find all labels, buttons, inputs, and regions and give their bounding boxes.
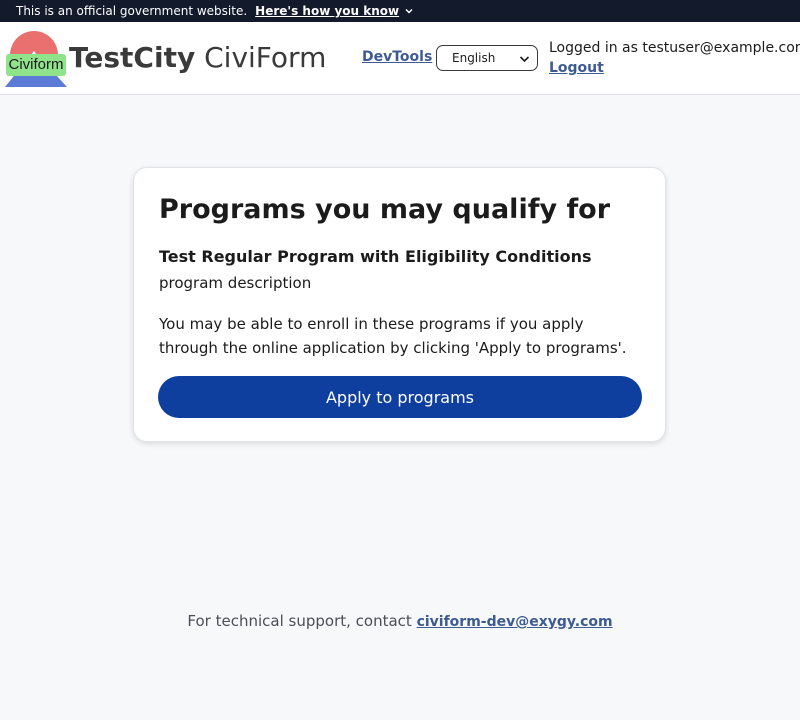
devtools-link[interactable]: DevTools (362, 49, 432, 65)
language-select[interactable]: English (436, 45, 538, 71)
program-name: Test Regular Program with Eligibility Co… (159, 247, 592, 266)
gov-banner-link-label: Here's how you know (255, 4, 400, 18)
support-text: For technical support, contact (187, 612, 417, 630)
civiform-logo[interactable]: Civiform (5, 31, 67, 87)
site-title-app: CiviForm (204, 41, 327, 74)
site-title: TestCity CiviForm (69, 38, 326, 78)
site-header: Civiform TestCity CiviForm DevTools Engl… (0, 22, 800, 95)
logged-in-text: Logged in as testuser@example.com (549, 40, 800, 56)
footer-support: For technical support, contact civiform-… (0, 612, 800, 630)
gov-banner: This is an official government website. … (0, 0, 800, 22)
program-description: program description (159, 274, 312, 292)
logout-link[interactable]: Logout (549, 58, 800, 78)
eligibility-card: Programs you may qualify for Test Regula… (133, 167, 666, 442)
language-selected: English (452, 51, 496, 65)
apply-to-programs-button[interactable]: Apply to programs (158, 376, 642, 418)
support-email-link[interactable]: civiform-dev@exygy.com (417, 614, 613, 630)
chevron-down-icon (405, 8, 413, 14)
gov-banner-text: This is an official government website. (16, 4, 248, 18)
enroll-explanation: You may be able to enroll in these progr… (159, 315, 627, 357)
gov-banner-toggle[interactable]: Here's how you know (255, 4, 414, 18)
card-heading: Programs you may qualify for (159, 194, 611, 225)
logo-badge: Civiform (6, 54, 66, 76)
user-info: Logged in as testuser@example.com Logout (549, 38, 800, 78)
chevron-down-icon (519, 56, 530, 63)
site-title-city: TestCity (69, 41, 196, 74)
